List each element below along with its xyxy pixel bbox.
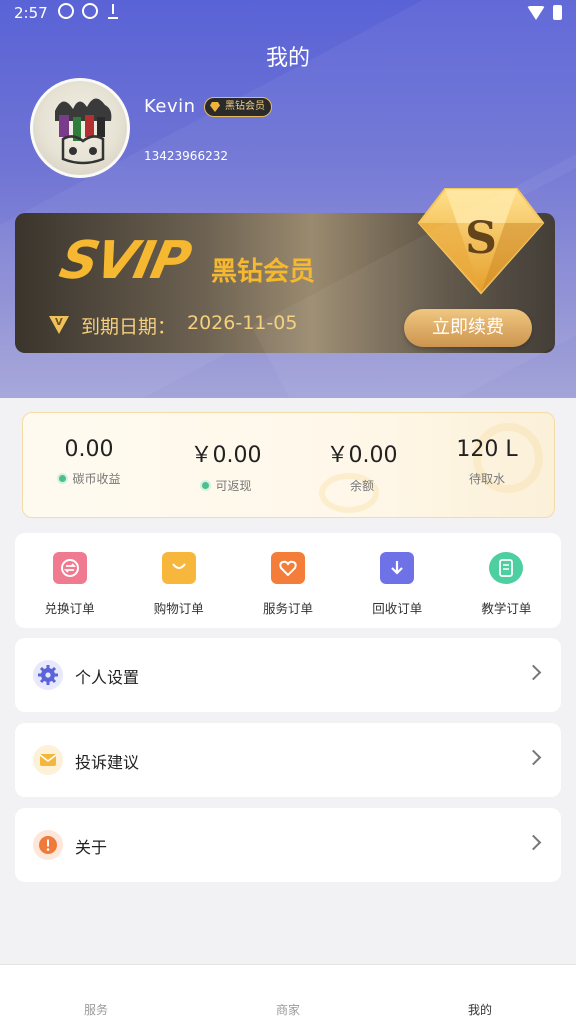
- coin-icon: [57, 473, 69, 484]
- stat-label-row: 碳币收益: [29, 470, 149, 487]
- chevron-right-icon: [525, 664, 542, 681]
- tab-mine[interactable]: 我的: [384, 965, 576, 1024]
- svip-logo: SVIP: [54, 231, 195, 291]
- order-label: 服务订单: [263, 601, 314, 616]
- status-time: 2:57: [14, 4, 48, 22]
- username: Kevin: [144, 96, 196, 117]
- orders-panel: 兑换订单 购物订单 服务订单 回收订单 教学订单: [15, 533, 561, 628]
- avatar[interactable]: [30, 78, 130, 178]
- member-badge: 黑钻会员: [204, 97, 272, 117]
- envelope-icon: [33, 745, 63, 775]
- battery-icon: [553, 5, 562, 20]
- menu-personal-settings[interactable]: 个人设置: [15, 638, 561, 712]
- chevron-right-icon: [525, 749, 542, 766]
- chevron-right-icon: [525, 834, 542, 851]
- stat-water[interactable]: 120 L 待取水: [427, 437, 547, 487]
- menu-label: 投诉建议: [75, 753, 140, 772]
- profile-header: 2:57 我的 Kevin 黑钻会员 13423966232 SVIP 黑钻会员…: [0, 0, 576, 398]
- stat-label: 待取水: [468, 472, 505, 486]
- wifi-icon: [527, 5, 545, 20]
- order-label: 回收订单: [372, 601, 423, 616]
- stats-panel: 0.00 碳币收益 ￥0.00 可返现 ￥0.00 余额 120 L 待取水: [22, 412, 555, 518]
- stat-carbon-coin[interactable]: 0.00 碳币收益: [29, 437, 149, 487]
- order-shopping[interactable]: 购物订单: [124, 533, 233, 628]
- order-recycle[interactable]: 回收订单: [343, 533, 452, 628]
- order-label: 购物订单: [153, 601, 204, 616]
- notification-icon: [82, 3, 98, 19]
- stat-label-row: 余额: [302, 477, 422, 494]
- menu-label: 个人设置: [75, 668, 140, 687]
- member-badge-label: 黑钻会员: [225, 101, 265, 112]
- notification-icon: [58, 3, 74, 19]
- stat-value: ￥0.00: [190, 443, 262, 468]
- svip-diamond-icon: S: [417, 188, 545, 295]
- stat-label: 余额: [349, 479, 374, 493]
- stat-balance[interactable]: ￥0.00 余额: [302, 437, 422, 494]
- status-system-icons: [527, 5, 562, 20]
- page-title: 我的: [265, 46, 310, 71]
- renew-button[interactable]: 立即续费: [404, 309, 532, 347]
- shopping-bag-icon: [161, 552, 196, 584]
- menu-label: 关于: [75, 838, 108, 857]
- phone-number: 13423966232: [144, 149, 228, 163]
- order-label: 兑换订单: [44, 601, 95, 616]
- order-teaching[interactable]: 教学订单: [452, 533, 561, 628]
- recycle-download-icon: [380, 552, 415, 584]
- stat-label-row: 可返现: [166, 477, 286, 494]
- stat-value: 120 L: [456, 437, 518, 462]
- coin-icon: [200, 480, 212, 491]
- heart-icon: [271, 552, 305, 584]
- gear-icon: [33, 660, 63, 690]
- tab-service[interactable]: 服务: [0, 965, 192, 1024]
- stat-value: 0.00: [64, 437, 114, 462]
- svip-name: 黑钻会员: [211, 257, 316, 287]
- stat-label: 碳币收益: [72, 472, 121, 486]
- diamond-icon: [210, 102, 220, 112]
- exchange-icon: [52, 552, 87, 584]
- avatar-artwork-icon: [55, 98, 112, 165]
- stat-value: ￥0.00: [326, 443, 398, 468]
- download-icon: [106, 3, 122, 19]
- stat-cashback[interactable]: ￥0.00 可返现: [166, 437, 286, 494]
- menu-about[interactable]: 关于: [15, 808, 561, 882]
- tab-merchant[interactable]: 商家: [192, 965, 384, 1024]
- expire-date: 2026-11-05: [187, 312, 298, 334]
- tab-bar: 服务 商家 我的: [0, 964, 576, 1024]
- order-service[interactable]: 服务订单: [233, 533, 342, 628]
- expire-label: 到期日期：: [81, 316, 177, 338]
- order-label: 教学订单: [481, 601, 532, 616]
- status-bar: 2:57: [0, 0, 576, 28]
- info-icon: [33, 830, 63, 860]
- vip-icon: V: [49, 316, 69, 334]
- svg-text:S: S: [465, 213, 497, 264]
- status-notification-icons: [58, 3, 122, 19]
- order-exchange[interactable]: 兑换订单: [15, 533, 124, 628]
- stat-label: 可返现: [215, 479, 252, 493]
- menu-feedback[interactable]: 投诉建议: [15, 723, 561, 797]
- svip-card[interactable]: SVIP 黑钻会员 V 到期日期： 2026-11-05 S 立即续费: [15, 188, 555, 353]
- book-icon: [489, 552, 524, 584]
- stat-label-row: 待取水: [427, 470, 547, 487]
